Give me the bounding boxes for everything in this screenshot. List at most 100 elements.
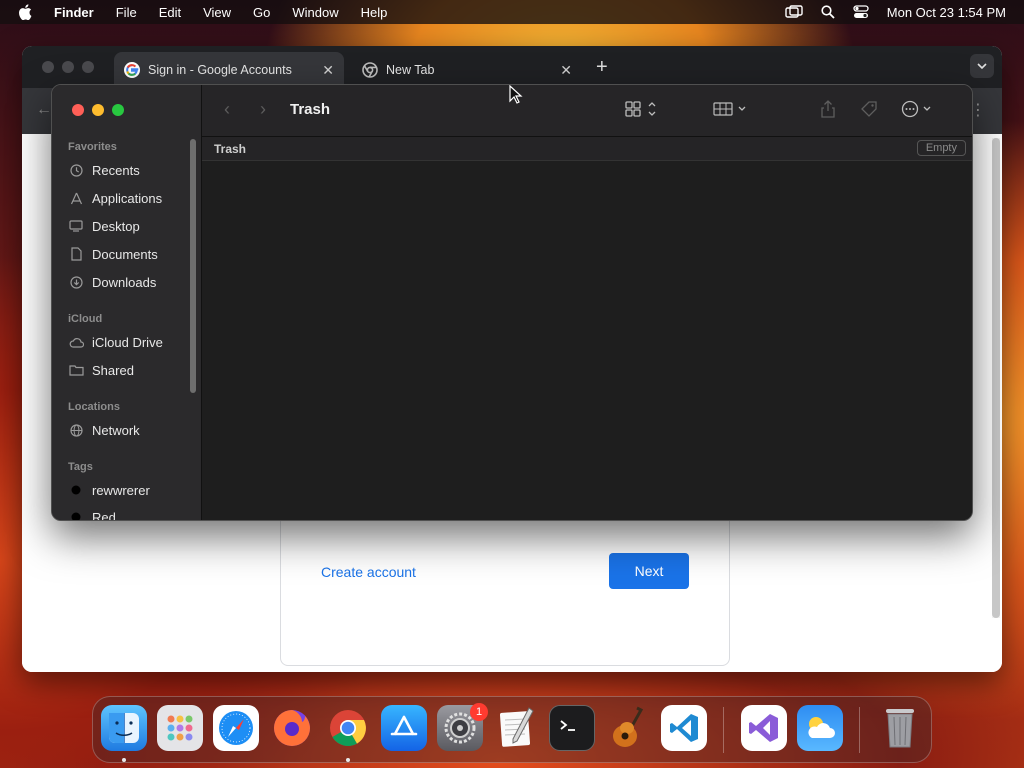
sidebar-section-favorites: Favorites <box>68 141 117 153</box>
tab-close-icon[interactable]: ✕ <box>560 62 572 79</box>
scrollbar-thumb[interactable] <box>992 138 1000 618</box>
chrome-zoom-light[interactable] <box>82 61 94 73</box>
google-icon <box>124 62 140 78</box>
chrome-minimize-light[interactable] <box>62 61 74 73</box>
tab-new-tab[interactable]: New Tab ✕ <box>352 52 582 88</box>
sidebar-section-locations: Locations <box>68 401 120 413</box>
finder-sidebar: Favorites Recents Applications Desktop D… <box>52 85 202 521</box>
sidebar-item-desktop[interactable]: Desktop <box>68 215 140 237</box>
dock-app-store-icon[interactable] <box>381 705 427 751</box>
dock: 1 <box>92 696 932 763</box>
tab-search-chevron-icon[interactable] <box>970 54 994 78</box>
sidebar-item-label: rewwrerer <box>92 482 150 498</box>
shared-folder-icon <box>68 362 84 378</box>
share-icon[interactable] <box>820 100 836 118</box>
dock-launchpad-icon[interactable] <box>157 705 203 751</box>
document-icon <box>68 246 84 262</box>
applications-icon <box>68 190 84 206</box>
sidebar-item-label: Applications <box>92 190 163 206</box>
more-actions-icon[interactable] <box>900 100 936 118</box>
menu-app-name[interactable]: Finder <box>54 5 94 20</box>
sidebar-item-applications[interactable]: Applications <box>68 187 162 209</box>
dock-safari-icon[interactable] <box>213 705 259 751</box>
sidebar-item-label: iCloud Drive <box>92 334 163 350</box>
new-tab-button[interactable]: + <box>596 56 608 79</box>
menu-clock[interactable]: Mon Oct 23 1:54 PM <box>887 5 1006 20</box>
tag-dot-icon <box>68 482 84 498</box>
chrome-back-arrow-icon[interactable]: ← <box>36 101 52 119</box>
chrome-close-light[interactable] <box>42 61 54 73</box>
dock-visual-studio-icon[interactable] <box>741 705 787 751</box>
mouse-cursor-icon <box>509 84 523 110</box>
dock-separator <box>723 707 724 753</box>
forward-chevron-icon[interactable]: › <box>260 99 266 120</box>
dock-finder-icon[interactable] <box>101 705 147 751</box>
globe-icon <box>68 422 84 438</box>
chrome-scrollbar[interactable] <box>992 138 1000 618</box>
cloud-icon <box>68 334 84 350</box>
sidebar-tag-item[interactable]: rewwrerer <box>68 479 150 501</box>
location-label: Trash <box>214 142 247 156</box>
next-button[interactable]: Next <box>609 553 689 589</box>
tab-sign-in[interactable]: Sign in - Google Accounts ✕ <box>114 52 344 88</box>
empty-trash-button[interactable]: Empty <box>916 140 966 156</box>
icon-view-grid-icon[interactable] <box>624 100 658 118</box>
sidebar-item-label: Documents <box>92 246 158 262</box>
menu-view[interactable]: View <box>203 5 231 20</box>
dock-vscode-icon[interactable] <box>661 705 707 751</box>
running-indicator <box>122 758 126 762</box>
dock-firefox-icon[interactable] <box>269 705 315 751</box>
dock-chrome-icon[interactable] <box>325 705 371 751</box>
back-chevron-icon[interactable]: ‹ <box>224 99 230 120</box>
dock-weather-icon[interactable] <box>797 705 843 751</box>
chrome-tab-bar: Sign in - Google Accounts ✕ New Tab ✕ + <box>22 46 1002 88</box>
screen-mirroring-icon[interactable] <box>785 5 803 19</box>
sidebar-scrollbar[interactable] <box>190 139 196 393</box>
menu-go[interactable]: Go <box>253 5 270 20</box>
control-center-icon[interactable] <box>853 5 869 19</box>
sidebar-tag-item[interactable]: Red <box>68 506 116 521</box>
menu-edit[interactable]: Edit <box>159 5 181 20</box>
sidebar-item-label: Network <box>92 422 140 438</box>
sidebar-item-shared[interactable]: Shared <box>68 359 134 381</box>
dock-trash-icon[interactable] <box>877 705 923 751</box>
finder-toolbar: ‹ › Trash <box>202 85 972 137</box>
sidebar-section-icloud: iCloud <box>68 313 103 325</box>
spotlight-search-icon[interactable] <box>821 5 835 19</box>
tab-close-icon[interactable]: ✕ <box>322 62 334 79</box>
menu-help[interactable]: Help <box>361 5 388 20</box>
finder-zoom-button[interactable] <box>112 104 124 116</box>
sidebar-item-icloud-drive[interactable]: iCloud Drive <box>68 331 163 353</box>
tab-label: Sign in - Google Accounts <box>148 63 292 77</box>
finder-content-area[interactable] <box>202 161 972 520</box>
desktop-icon <box>68 218 84 234</box>
dock-textedit-icon[interactable] <box>493 705 539 751</box>
menu-file[interactable]: File <box>116 5 137 20</box>
finder-close-button[interactable] <box>72 104 84 116</box>
menu-window[interactable]: Window <box>292 5 338 20</box>
dock-garageband-icon[interactable] <box>605 705 651 751</box>
create-account-link[interactable]: Create account <box>321 564 416 580</box>
sidebar-item-label: Red <box>92 509 116 521</box>
download-icon <box>68 274 84 290</box>
chrome-icon <box>362 62 378 78</box>
notification-badge: 1 <box>470 703 488 721</box>
tag-dot-icon <box>68 509 84 520</box>
sidebar-section-tags: Tags <box>68 461 93 473</box>
sidebar-item-network[interactable]: Network <box>68 419 140 441</box>
menu-bar: Finder File Edit View Go Window Help Mon… <box>0 0 1024 24</box>
clock-icon <box>68 162 84 178</box>
finder-minimize-button[interactable] <box>92 104 104 116</box>
sidebar-item-documents[interactable]: Documents <box>68 243 158 265</box>
finder-window: Favorites Recents Applications Desktop D… <box>51 84 973 521</box>
apple-menu-icon[interactable] <box>18 4 34 20</box>
finder-path-bar: Trash Empty <box>202 137 972 161</box>
sidebar-item-downloads[interactable]: Downloads <box>68 271 156 293</box>
tag-icon[interactable] <box>860 100 878 118</box>
dock-separator <box>859 707 860 753</box>
sidebar-item-recents[interactable]: Recents <box>68 159 140 181</box>
sidebar-item-label: Desktop <box>92 218 140 234</box>
tab-label: New Tab <box>386 63 435 77</box>
group-by-icon[interactable] <box>712 100 750 118</box>
dock-terminal-icon[interactable] <box>549 705 595 751</box>
